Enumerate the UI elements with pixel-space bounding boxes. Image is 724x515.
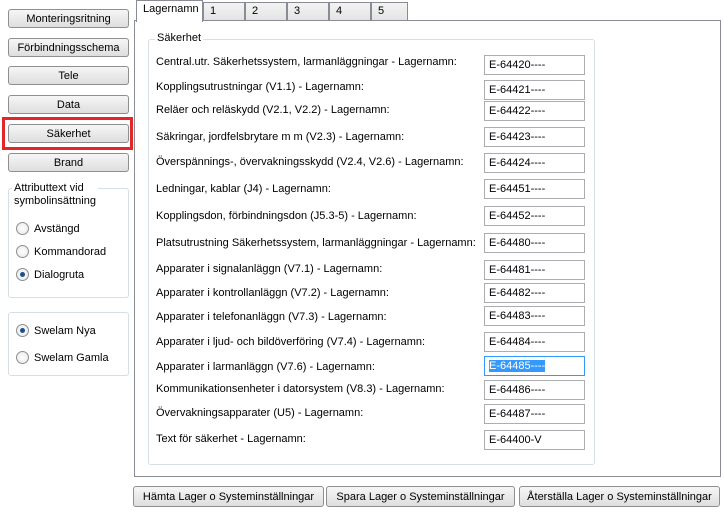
radio-swelam-nya-label: Swelam Nya — [34, 324, 96, 337]
monteringsritning-button[interactable]: Monteringsritning — [8, 9, 129, 28]
lagernamn-field[interactable]: E-64420---- — [484, 55, 585, 75]
attribute-group-title: Attributtext vid symbolinsättning — [12, 182, 98, 208]
row-label: Apparater i larmanläggn (V7.6) - Lagerna… — [156, 361, 375, 373]
lagernamn-field[interactable]: E-64424---- — [484, 153, 585, 173]
lagernamn-field[interactable]: E-64452---- — [484, 206, 585, 226]
tele-button[interactable]: Tele — [8, 66, 129, 85]
radio-kommandorad-circle[interactable] — [16, 245, 29, 258]
sakerhet-button[interactable]: Säkerhet — [8, 124, 129, 143]
row-label: Överspännings-, övervakningsskydd (V2.4,… — [156, 156, 464, 168]
lagernamn-field[interactable]: E-64487---- — [484, 404, 585, 424]
row-label: Platsutrustning Säkerhetssystem, larmanl… — [156, 237, 476, 249]
row-label: Central.utr. Säkerhetssystem, larmanlägg… — [156, 56, 457, 68]
row-label: Apparater i signalanläggn (V7.1) - Lager… — [156, 263, 383, 275]
swelam-group — [8, 312, 129, 376]
row-label: Apparater i kontrollanläggn (V7.2) - Lag… — [156, 287, 389, 299]
row-label: Kopplingsdon, förbindningsdon (J5.3-5) -… — [156, 210, 417, 222]
section-title: Säkerhet — [155, 32, 204, 45]
tab-2[interactable]: 2 — [245, 2, 287, 21]
radio-swelam-nya-circle[interactable] — [16, 324, 29, 337]
lagernamn-field[interactable]: E-64481---- — [484, 260, 585, 280]
radio-swelam-gamla[interactable]: Swelam Gamla — [16, 351, 109, 364]
selected-text: E-64485---- — [489, 360, 546, 372]
tab-4[interactable]: 4 — [329, 2, 371, 21]
row-label: Reläer och reläskydd (V2.1, V2.2) - Lage… — [156, 104, 390, 116]
row-label: Ledningar, kablar (J4) - Lagernamn: — [156, 183, 331, 195]
lagernamn-field[interactable]: E-64421---- — [484, 80, 585, 100]
aterstalla-lager-button[interactable]: Återställa Lager o Systeminställningar — [519, 486, 720, 507]
tab-lagernamn[interactable]: Lagernamn — [136, 0, 203, 22]
row-label: Säkringar, jordfelsbrytare m m (V2.3) - … — [156, 131, 405, 143]
radio-kommandorad-label: Kommandorad — [34, 245, 107, 258]
tab-5[interactable]: 5 — [371, 2, 408, 21]
brand-button[interactable]: Brand — [8, 153, 129, 172]
radio-dialogruta[interactable]: Dialogruta — [16, 268, 84, 281]
attribute-group-title-line2: symbolinsättning — [14, 195, 96, 207]
radio-swelam-gamla-circle[interactable] — [16, 351, 29, 364]
lagernamn-field[interactable]: E-64483---- — [484, 306, 585, 326]
forbindningsschema-button[interactable]: Förbindningsschema — [8, 38, 129, 57]
hamta-lager-button[interactable]: Hämta Lager o Systeminställningar — [133, 486, 324, 507]
row-label: Apparater i telefonanläggn (V7.3) - Lage… — [156, 311, 387, 323]
lagernamn-field-focused[interactable]: E-64485---- — [484, 356, 585, 376]
radio-avstangd-circle[interactable] — [16, 222, 29, 235]
row-label: Kopplingsutrustningar (V1.1) - Lagernamn… — [156, 81, 364, 93]
row-label: Kommunikationsenheter i datorsystem (V8.… — [156, 383, 445, 395]
lagernamn-field[interactable]: E-64423---- — [484, 127, 585, 147]
lagernamn-field[interactable]: E-64451---- — [484, 179, 585, 199]
tab-1[interactable]: 1 — [203, 2, 245, 21]
tab-3[interactable]: 3 — [287, 2, 329, 21]
data-button[interactable]: Data — [8, 95, 129, 114]
radio-swelam-gamla-label: Swelam Gamla — [34, 351, 109, 364]
radio-dialogruta-label: Dialogruta — [34, 268, 85, 281]
attribute-group-title-line1: Attributtext vid — [14, 182, 84, 194]
lagernamn-field[interactable]: E-64400-V — [484, 430, 585, 450]
row-label: Text för säkerhet - Lagernamn: — [156, 433, 306, 445]
lagernamn-field[interactable]: E-64422---- — [484, 101, 585, 121]
radio-swelam-nya[interactable]: Swelam Nya — [16, 324, 96, 337]
radio-kommandorad[interactable]: Kommandorad — [16, 245, 106, 258]
spara-lager-button[interactable]: Spara Lager o Systeminställningar — [326, 486, 515, 507]
radio-dialogruta-circle[interactable] — [16, 268, 29, 281]
lagernamn-field[interactable]: E-64486---- — [484, 380, 585, 400]
row-label: Apparater i ljud- och bildöverföring (V7… — [156, 336, 426, 348]
lagernamn-field[interactable]: E-64484---- — [484, 332, 585, 352]
lagernamn-field[interactable]: E-64482---- — [484, 283, 585, 303]
radio-avstangd-label: Avstängd — [34, 222, 80, 235]
row-label: Övervakningsapparater (U5) - Lagernamn: — [156, 407, 364, 419]
radio-avstangd[interactable]: Avstängd — [16, 222, 80, 235]
lagernamn-field[interactable]: E-64480---- — [484, 233, 585, 253]
